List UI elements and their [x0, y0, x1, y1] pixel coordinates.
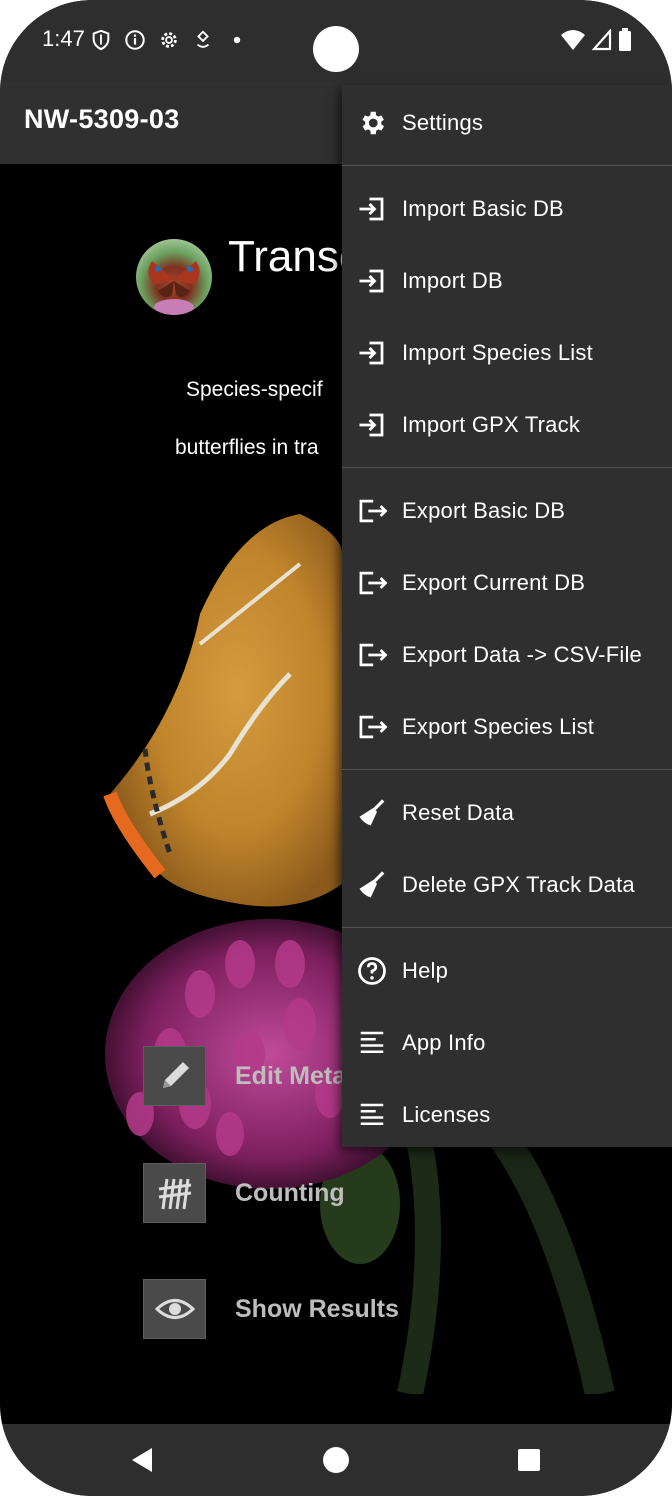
menu-item-settings[interactable]: Settings [342, 87, 672, 159]
menu-item-reset-data[interactable]: Reset Data [342, 777, 672, 849]
recents-icon[interactable] [517, 1448, 541, 1472]
menu-item-label: Settings [402, 110, 484, 135]
export-icon [356, 567, 388, 599]
menu-item-label: Import Species List [402, 340, 593, 365]
menu-item-label: Export Data -> CSV-File [402, 642, 642, 667]
tally-icon [143, 1163, 206, 1223]
edit-meta-button[interactable]: Edit Meta [143, 1046, 346, 1106]
menu-item-label: Licenses [402, 1102, 491, 1127]
import-icon [356, 337, 388, 369]
import-icon [356, 265, 388, 297]
menu-item-export-current-db[interactable]: Export Current DB [342, 547, 672, 619]
counting-button[interactable]: Counting [143, 1163, 345, 1223]
status-icons-left [90, 26, 248, 54]
back-icon[interactable] [128, 1446, 156, 1474]
lines-icon [356, 1099, 388, 1131]
menu-item-export-basic-db[interactable]: Export Basic DB [342, 475, 672, 547]
wifi-icon [561, 30, 585, 50]
menu-item-label: App Info [402, 1030, 486, 1055]
edit-meta-label: Edit Meta [235, 1061, 347, 1090]
phone-screen: 1:47 NW-5309-03 Transe Species-specif bu… [0, 0, 672, 1496]
menu-item-import-db[interactable]: Import DB [342, 245, 672, 317]
menu-item-app-info[interactable]: App Info [342, 1007, 672, 1079]
import-icon [356, 193, 388, 225]
menu-item-import-gpx-track[interactable]: Import GPX Track [342, 389, 672, 461]
lines-icon [356, 1027, 388, 1059]
menu-item-export-species-list[interactable]: Export Species List [342, 691, 672, 763]
export-icon [356, 495, 388, 527]
menu-item-help[interactable]: Help [342, 935, 672, 1007]
menu-divider [342, 467, 672, 468]
info-icon [125, 30, 145, 50]
status-icons-right [560, 28, 632, 52]
menu-item-label: Reset Data [402, 800, 515, 825]
camera-cutout [313, 26, 359, 72]
counting-label: Counting [235, 1178, 345, 1207]
menu-item-label: Delete GPX Track Data [402, 872, 635, 897]
menu-item-import-basic-db[interactable]: Import Basic DB [342, 173, 672, 245]
overflow-menu: Settings Import Basic DB Import DB Import S… [342, 85, 672, 1147]
export-icon [356, 711, 388, 743]
signal-icon [592, 29, 612, 51]
app-title: NW-5309-03 [24, 104, 180, 134]
broom-icon [356, 869, 388, 901]
home-icon[interactable] [322, 1446, 350, 1474]
app-logo-avatar [136, 239, 212, 315]
eye-icon [143, 1279, 206, 1339]
menu-item-export-data-csv-file[interactable]: Export Data -> CSV-File [342, 619, 672, 691]
dot-icon [233, 36, 241, 44]
menu-item-label: Export Species List [402, 714, 595, 739]
description-line-2: butterflies in tra [175, 436, 319, 459]
battery-icon [619, 28, 631, 51]
menu-item-delete-gpx-track-data[interactable]: Delete GPX Track Data [342, 849, 672, 921]
gear-icon [356, 107, 388, 139]
status-time: 1:47 [42, 26, 85, 51]
menu-item-label: Export Current DB [402, 570, 586, 595]
import-icon [356, 409, 388, 441]
menu-item-label: Help [402, 958, 449, 983]
location-icon [196, 30, 210, 48]
menu-item-label: Import Basic DB [402, 196, 564, 221]
menu-divider [342, 769, 672, 770]
help-icon [356, 955, 388, 987]
menu-item-label: Export Basic DB [402, 498, 566, 523]
status-bar: 1:47 [0, 0, 672, 82]
navigation-bar [0, 1424, 672, 1496]
broom-icon [356, 797, 388, 829]
pencil-icon [143, 1046, 206, 1106]
shield-icon [92, 29, 110, 51]
menu-item-import-species-list[interactable]: Import Species List [342, 317, 672, 389]
menu-item-label: Import DB [402, 268, 503, 293]
menu-item-label: Import GPX Track [402, 412, 581, 437]
settings-status-icon [161, 32, 177, 48]
butterfly-logo-icon [148, 261, 200, 315]
show-results-button[interactable]: Show Results [143, 1279, 399, 1339]
menu-divider [342, 927, 672, 928]
export-icon [356, 639, 388, 671]
description-line-1: Species-specif [186, 378, 323, 401]
menu-item-licenses[interactable]: Licenses [342, 1079, 672, 1151]
menu-divider [342, 165, 672, 166]
show-results-label: Show Results [235, 1294, 399, 1323]
